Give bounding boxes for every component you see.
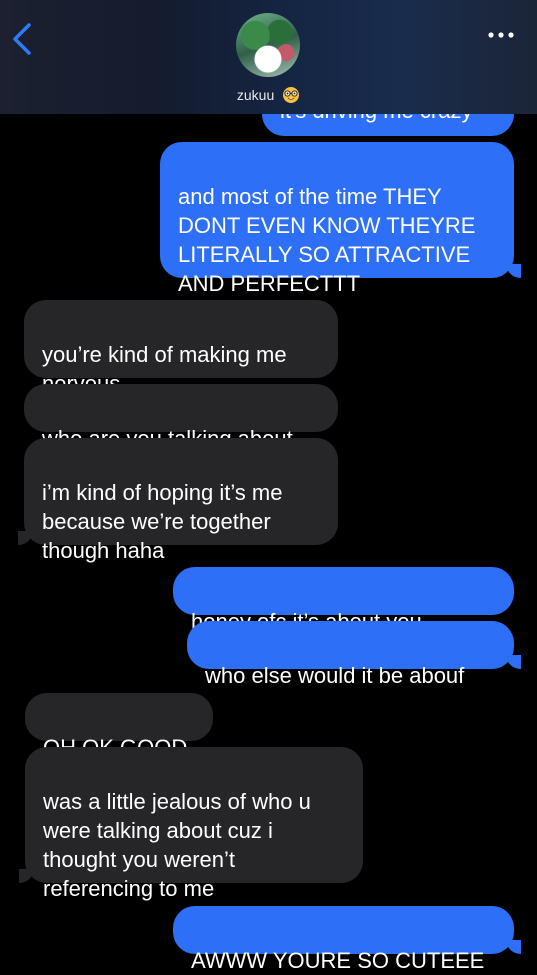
back-chevron-icon[interactable]	[10, 22, 34, 56]
bubble-tail	[507, 655, 521, 669]
message-bubble-outgoing[interactable]: and most of the time THEY DONT EVEN KNOW…	[160, 142, 514, 296]
message-bubble-outgoing[interactable]: who else would it be abouf	[187, 621, 514, 688]
contact-name-row[interactable]: zukuu	[0, 86, 537, 104]
message-text: AWWW YOURE SO CUTEEE	[191, 948, 485, 973]
message-bubble-incoming[interactable]: who are you talking about	[24, 384, 338, 451]
message-bubble-incoming[interactable]: i’m kind of hoping it’s me because we’re…	[24, 438, 338, 563]
contact-name: zukuu	[236, 87, 275, 103]
message-bubble-outgoing[interactable]: honey ofc it’s about you	[173, 567, 514, 662]
conversation-header: zukuu	[0, 0, 537, 114]
message-text: who else would it be abouf	[205, 663, 465, 688]
message-text: and most of the time THEY DONT EVEN KNOW…	[178, 184, 476, 296]
bubble-tail	[507, 264, 521, 278]
bubble-tail	[18, 531, 32, 545]
message-bubble-outgoing[interactable]: AWWW YOURE SO CUTEEE	[173, 906, 514, 973]
more-options-icon[interactable]	[487, 30, 515, 40]
bubble-tail	[507, 940, 521, 954]
bubble-tail	[19, 869, 33, 883]
message-bubble-incoming[interactable]: you’re kind of making me nervous	[24, 300, 338, 396]
message-text: was a little jealous of who u were talki…	[43, 789, 311, 901]
contact-avatar[interactable]	[236, 13, 300, 77]
message-bubble-incoming[interactable]: was a little jealous of who u were talki…	[25, 747, 363, 901]
message-bubble-incoming[interactable]: OH OK GOOD	[25, 693, 213, 760]
nerd-face-emoji-icon	[283, 87, 300, 103]
message-text: i’m kind of hoping it’s me because we’re…	[42, 480, 283, 563]
